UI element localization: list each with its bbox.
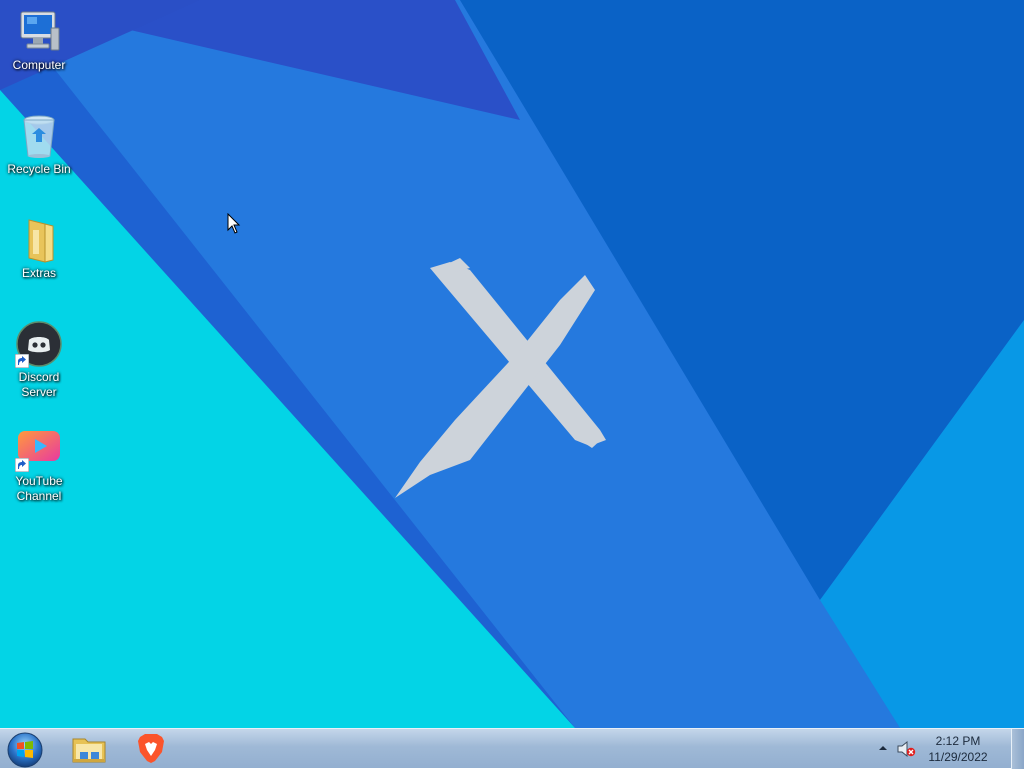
desktop-icon-label: Recycle Bin xyxy=(7,162,71,176)
desktop-icon-label: YouTube Channel xyxy=(15,474,63,503)
shortcut-arrow-icon xyxy=(15,354,29,368)
volume-muted-icon[interactable] xyxy=(896,740,916,758)
desktop-icon-label: Discord Server xyxy=(18,370,60,399)
recycle-bin-icon xyxy=(15,112,63,160)
show-hidden-icons-arrow[interactable] xyxy=(878,744,888,752)
clock-date: 11/29/2022 xyxy=(928,750,988,764)
discord-icon xyxy=(15,320,63,368)
taskbar-file-explorer[interactable] xyxy=(66,730,112,767)
file-explorer-icon xyxy=(72,738,106,763)
shortcut-arrow-icon xyxy=(15,458,29,472)
taskbar: 2:12 PM 11/29/2022 xyxy=(0,728,1024,769)
desktop-icon-discord-server[interactable]: Discord Server xyxy=(4,320,74,400)
system-tray: 2:12 PM 11/29/2022 xyxy=(870,729,1010,769)
start-button[interactable] xyxy=(5,730,45,768)
taskbar-brave-browser[interactable] xyxy=(128,730,174,767)
folder-icon xyxy=(15,216,63,264)
desktop-icon-youtube-channel[interactable]: YouTube Channel xyxy=(4,424,74,504)
clock-time: 2:12 PM xyxy=(935,734,981,748)
desktop-icon-label: Extras xyxy=(21,266,56,280)
desktop-icon-recycle-bin[interactable]: Recycle Bin xyxy=(4,112,74,177)
show-desktop-button[interactable] xyxy=(1011,729,1024,769)
clock[interactable]: 2:12 PM 11/29/2022 xyxy=(922,733,994,765)
mouse-cursor-icon xyxy=(227,213,241,234)
desktop-icon-extras[interactable]: Extras xyxy=(4,216,74,281)
desktop-icon-label: Computer xyxy=(12,58,66,72)
windows-start-orb-icon xyxy=(7,732,43,768)
desktop-icon-computer[interactable]: Computer xyxy=(4,8,74,73)
desktop[interactable]: Computer Recycle Bin Extras Discord Serv… xyxy=(0,0,1024,728)
youtube-icon xyxy=(15,424,63,472)
computer-icon xyxy=(15,8,63,56)
wallpaper xyxy=(0,0,1024,728)
brave-browser-icon xyxy=(138,734,164,763)
